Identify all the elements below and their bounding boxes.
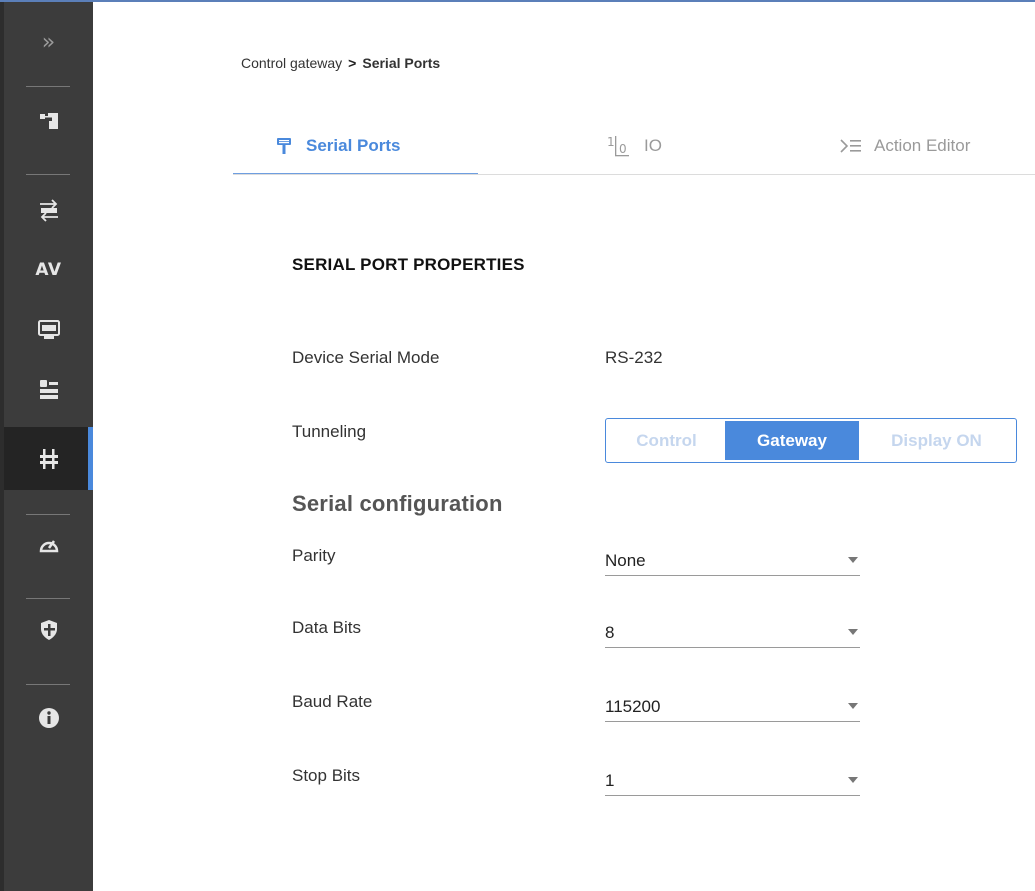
diagnostics-gauge-icon[interactable] — [4, 522, 93, 568]
stop-bits-value: 1 — [605, 771, 615, 790]
section-title: SERIAL PORT PROPERTIES — [292, 255, 525, 274]
data-bits-value: 8 — [605, 623, 615, 642]
baud-rate-select[interactable]: 115200 — [605, 692, 860, 722]
tunneling-option-control[interactable]: Control — [608, 421, 725, 460]
info-icon[interactable] — [4, 695, 93, 741]
tunneling-option-display-on[interactable]: Display ON — [859, 421, 1014, 460]
sidebar-divider — [26, 514, 70, 515]
security-shield-icon[interactable] — [4, 607, 93, 653]
tab-label: Serial Ports — [306, 136, 401, 155]
tab-bar: Serial Ports 1 0 IO Action Editor — [233, 118, 1035, 175]
serial-port-icon — [276, 137, 292, 155]
svg-text:0: 0 — [619, 142, 627, 156]
stop-bits-label: Stop Bits — [292, 766, 361, 785]
io-icon: 1 0 — [606, 135, 636, 157]
device-serial-mode-value: RS-232 — [605, 348, 663, 367]
breadcrumb-parent[interactable]: Control gateway — [241, 55, 342, 71]
tab-action-editor[interactable]: Action Editor — [840, 118, 970, 174]
auto-switch-icon[interactable] — [4, 187, 93, 233]
tab-label: IO — [644, 136, 662, 155]
sidebar-divider — [26, 684, 70, 685]
av-label[interactable]: AV — [4, 247, 93, 293]
tunneling-label: Tunneling — [292, 422, 367, 441]
data-bits-select[interactable]: 8 — [605, 618, 860, 648]
sidebar-divider — [26, 598, 70, 599]
breadcrumb: Control gateway > Serial Ports — [241, 55, 440, 71]
settings-sliders-icon[interactable] — [4, 367, 93, 413]
tab-bar-divider — [233, 174, 1035, 175]
chevron-down-icon — [848, 703, 858, 709]
av-text: AV — [35, 260, 62, 280]
control-gateway-icon[interactable] — [4, 427, 93, 490]
parity-value: None — [605, 551, 646, 570]
sidebar-divider — [26, 174, 70, 175]
tunneling-option-gateway[interactable]: Gateway — [725, 421, 859, 460]
expand-chevron-icon[interactable]: » — [4, 22, 93, 62]
sidebar-divider — [26, 86, 70, 87]
data-bits-label: Data Bits — [292, 618, 361, 637]
tab-io[interactable]: 1 0 IO — [606, 118, 662, 174]
tunneling-segmented-control: Control Gateway Display ON — [605, 418, 1017, 463]
breadcrumb-separator: > — [348, 55, 357, 71]
edid-icon[interactable] — [4, 307, 93, 353]
svg-text:1: 1 — [607, 135, 615, 149]
expand-chevron-glyph: » — [41, 29, 56, 55]
parity-label: Parity — [292, 546, 336, 565]
top-border — [0, 0, 1035, 2]
serial-configuration-heading: Serial configuration — [292, 491, 503, 516]
topology-icon[interactable] — [4, 98, 93, 144]
baud-rate-label: Baud Rate — [292, 692, 373, 711]
sidebar: » AV — [0, 2, 93, 891]
action-editor-icon — [840, 139, 862, 153]
chevron-down-icon — [848, 557, 858, 563]
parity-select[interactable]: None — [605, 546, 860, 576]
chevron-down-icon — [848, 629, 858, 635]
breadcrumb-current: Serial Ports — [362, 55, 441, 71]
device-serial-mode-label: Device Serial Mode — [292, 348, 440, 367]
stop-bits-select[interactable]: 1 — [605, 766, 860, 796]
chevron-down-icon — [848, 777, 858, 783]
tab-serial-ports[interactable]: Serial Ports — [233, 118, 478, 175]
tab-label: Action Editor — [874, 136, 971, 155]
baud-rate-value: 115200 — [605, 697, 661, 716]
